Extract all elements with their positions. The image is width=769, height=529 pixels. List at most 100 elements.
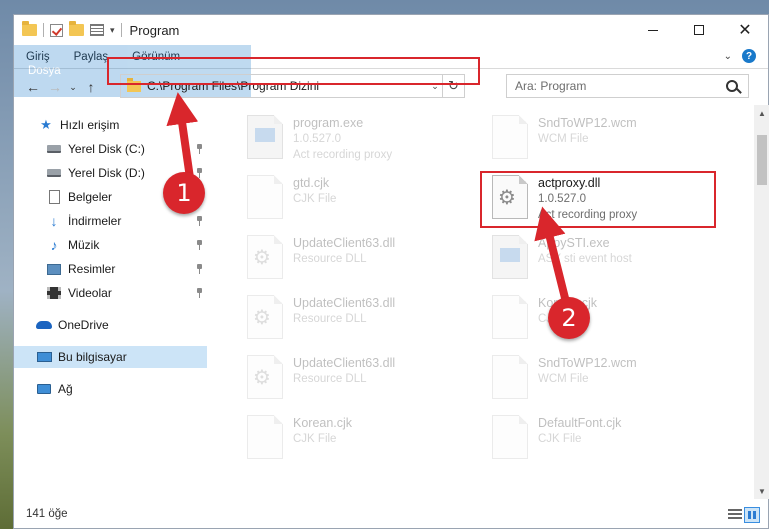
sidebar-item-label: Bu bilgisayar (58, 350, 127, 364)
maximize-button[interactable] (676, 15, 722, 45)
file-item[interactable]: DefaultFont.cjk CJK File (484, 412, 721, 464)
close-icon: ✕ (738, 22, 752, 39)
search-icon[interactable] (726, 80, 738, 92)
file-item[interactable]: SndToWP12.wcm WCM File (484, 112, 721, 164)
file-item[interactable]: AppySTI.exe ASY sti event host (484, 232, 721, 284)
vertical-scrollbar[interactable]: ▲ ▼ (754, 105, 769, 499)
pin-icon[interactable] (196, 240, 203, 250)
file-name: UpdateClient63.dll (293, 356, 396, 370)
minimize-button[interactable] (630, 15, 676, 45)
file-name: UpdateClient63.dll (293, 236, 396, 250)
onedrive-icon (36, 318, 52, 332)
properties-check-icon[interactable] (50, 23, 63, 37)
scrollbar-thumb[interactable] (757, 135, 767, 185)
rename-icon[interactable] (90, 24, 104, 36)
sidebar-item-local-disk-c[interactable]: Yerel Disk (C:) (14, 138, 207, 160)
help-icon[interactable]: ? (742, 49, 756, 63)
expand-ribbon-chevron-icon[interactable]: ⌄ (724, 51, 732, 62)
file-item[interactable]: UpdateClient63.dll Resource DLL (239, 292, 476, 344)
file-item[interactable]: UpdateClient63.dll Resource DLL (239, 352, 476, 404)
file-type: Resource DLL (293, 313, 367, 325)
sidebar-item-label: Yerel Disk (C:) (68, 142, 145, 156)
file-name: SndToWP12.wcm (538, 116, 637, 130)
file-icon (492, 415, 528, 459)
pin-icon[interactable] (196, 144, 203, 154)
ribbon-help-area: ⌄ ? (724, 49, 756, 63)
up-button[interactable]: ↑ (80, 79, 102, 95)
details-view-icon[interactable] (728, 509, 742, 521)
pictures-icon (46, 262, 62, 276)
sidebar-item-label: Belgeler (68, 190, 113, 204)
sidebar-item-label: Resimler (68, 262, 116, 276)
step-2-badge: 2 (548, 297, 590, 339)
file-name: program.exe (293, 116, 364, 130)
quick-access-toolbar: ▾ (14, 21, 122, 37)
file-item[interactable]: gtd.cjk CJK File (239, 172, 476, 224)
scroll-down-arrow-icon[interactable]: ▼ (754, 483, 769, 499)
file-item[interactable]: UpdateClient63.dll Resource DLL (239, 232, 476, 284)
large-icons-view-icon[interactable] (744, 507, 760, 523)
file-icon (492, 295, 528, 339)
pin-icon[interactable] (196, 264, 203, 274)
sidebar-item-videos[interactable]: Videolar (14, 282, 207, 304)
sidebar-item-quick-access[interactable]: ★ Hızlı erişim (14, 114, 207, 136)
file-name: SndToWP12.wcm (538, 356, 637, 370)
address-highlight-box (107, 57, 480, 85)
file-type: CJK File (538, 433, 582, 445)
sidebar-item-label: Yerel Disk (D:) (68, 166, 145, 180)
step-1-badge: 1 (163, 172, 205, 214)
drive-icon (46, 142, 62, 156)
search-box[interactable]: Ara: Program (506, 74, 749, 98)
sidebar-item-pictures[interactable]: Resimler (14, 258, 207, 280)
dll-gears-icon (247, 235, 283, 279)
sidebar-item-music[interactable]: ♪ Müzik (14, 234, 207, 256)
videos-icon (46, 286, 62, 300)
file-item[interactable]: Korean.cjk CJK File (239, 412, 476, 464)
file-type: WCM File (538, 373, 589, 385)
pin-icon[interactable] (196, 288, 203, 298)
item-count: 141 öğe (26, 508, 68, 520)
explorer-window: ▾ Program ✕ Dosya Giriş Paylaş Görünüm ⌄… (13, 14, 769, 529)
file-type: CJK File (293, 433, 337, 445)
toolbar-divider (120, 23, 122, 37)
star-icon: ★ (40, 117, 52, 132)
file-item[interactable]: SndToWP12.wcm WCM File (484, 352, 721, 404)
file-description: ASY sti event host (538, 253, 632, 265)
close-button[interactable]: ✕ (722, 15, 768, 45)
file-highlight-box (480, 171, 716, 228)
file-list: program.exe 1.0.527.0 Act recording prox… (229, 107, 754, 497)
sidebar-item-label: Hızlı erişim (60, 118, 120, 132)
new-folder-icon[interactable] (69, 21, 84, 36)
pin-icon[interactable] (196, 216, 203, 226)
file-item[interactable]: Korean.cjk CJK File (484, 292, 721, 344)
file-icon (492, 115, 528, 159)
sidebar-item-label: OneDrive (58, 318, 109, 332)
exe-icon (492, 235, 528, 279)
toolbar-divider (43, 23, 44, 37)
customize-toolbar-chevron-icon[interactable]: ▾ (110, 25, 115, 36)
music-icon: ♪ (50, 237, 58, 253)
folder-icon[interactable] (22, 21, 37, 36)
sidebar-item-label: Videolar (68, 286, 112, 300)
exe-icon (247, 115, 283, 159)
scroll-up-arrow-icon[interactable]: ▲ (754, 105, 769, 121)
minimize-icon (648, 29, 658, 31)
network-icon (36, 382, 52, 396)
file-name: UpdateClient63.dll (293, 296, 396, 310)
recent-locations-chevron-icon[interactable]: ⌄ (66, 82, 80, 93)
dll-gears-icon (247, 355, 283, 399)
file-icon (247, 175, 283, 219)
sidebar-item-label: İndirmeler (68, 214, 122, 228)
forward-button[interactable]: → (44, 79, 66, 95)
sidebar-item-onedrive[interactable]: OneDrive (14, 314, 207, 336)
file-item[interactable]: program.exe 1.0.527.0 Act recording prox… (239, 112, 476, 164)
file-type: WCM File (538, 133, 589, 145)
file-version: 1.0.527.0 (293, 133, 341, 145)
file-name: gtd.cjk (293, 176, 330, 190)
file-icon (492, 355, 528, 399)
back-button[interactable]: ← (22, 79, 44, 95)
sidebar-item-label: Müzik (68, 238, 100, 252)
sidebar-item-network[interactable]: Ağ (14, 378, 207, 400)
search-input[interactable]: Ara: Program (515, 79, 726, 93)
sidebar-item-this-pc[interactable]: Bu bilgisayar (14, 346, 207, 368)
